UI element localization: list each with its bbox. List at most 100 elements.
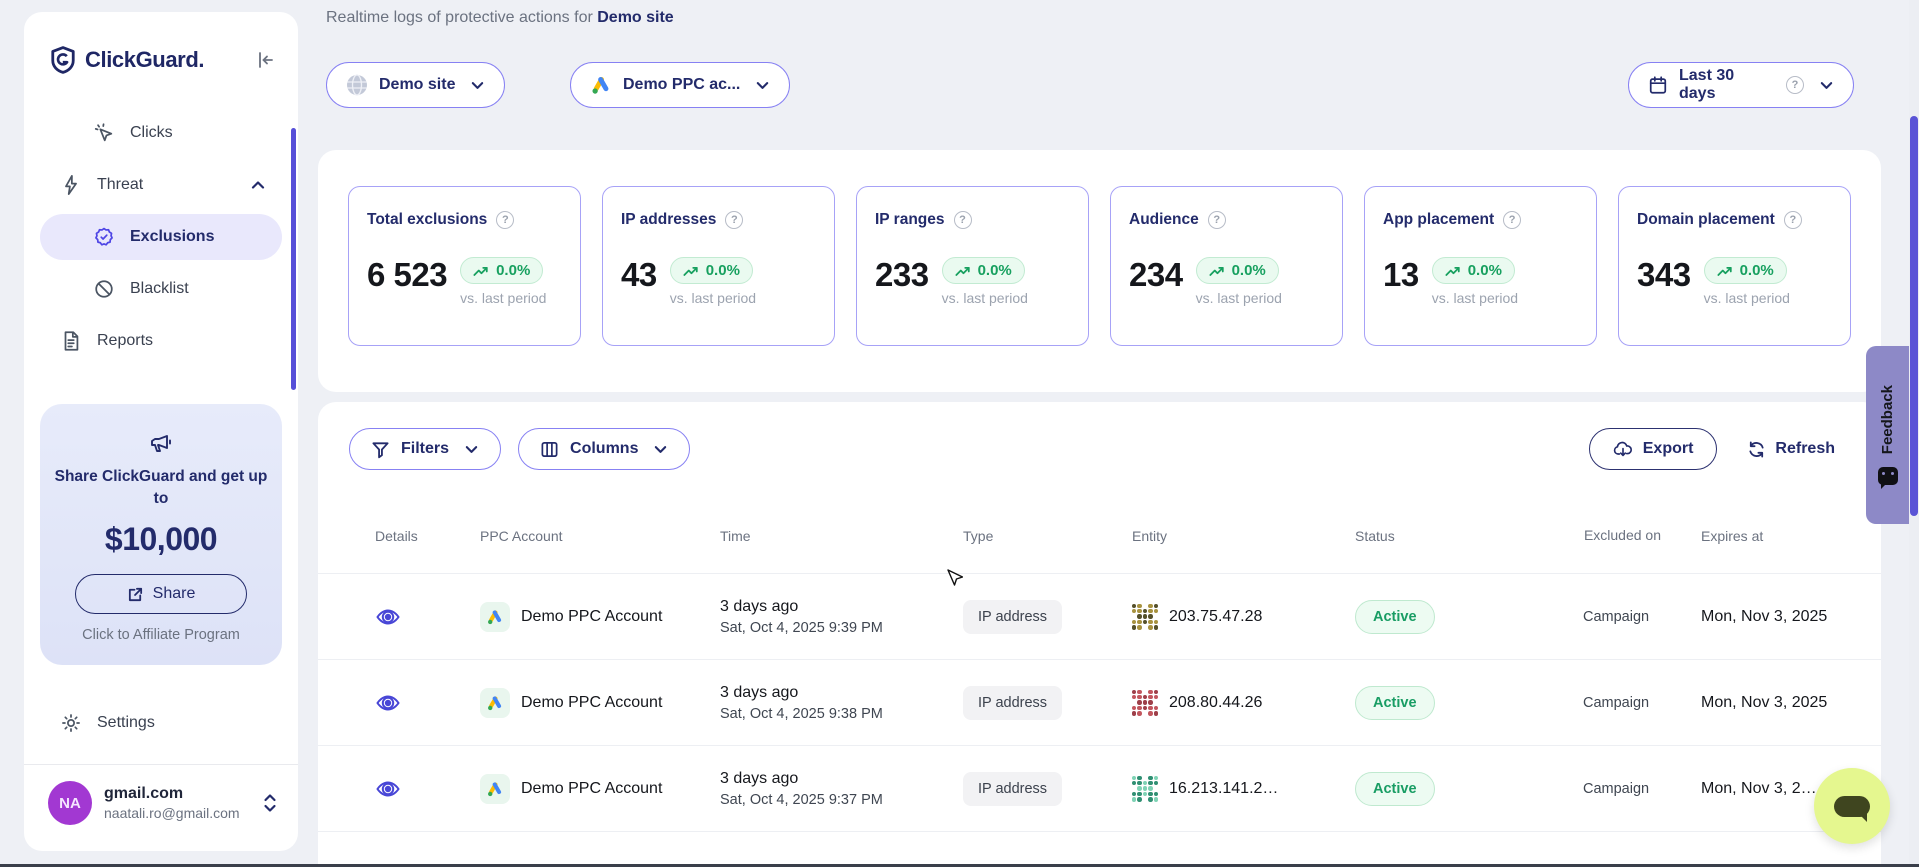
- ppc-account-cell: Demo PPC Account: [480, 774, 720, 804]
- page-scrollbar-thumb[interactable]: [1910, 116, 1918, 516]
- chevron-down-icon: [653, 442, 668, 457]
- status-cell: Active: [1355, 600, 1583, 634]
- sidebar-item-exclusions[interactable]: Exclusions: [40, 214, 282, 260]
- brand-name: ClickGuard.: [85, 47, 204, 73]
- site-selector[interactable]: Demo site: [326, 62, 505, 108]
- details-eye-icon[interactable]: [375, 690, 401, 716]
- filters-button[interactable]: Filters: [349, 428, 501, 470]
- megaphone-icon: [148, 430, 174, 456]
- trend-badge: 0.0%: [1432, 257, 1515, 284]
- stat-value: 13: [1383, 257, 1419, 293]
- trend-badge: 0.0%: [942, 257, 1025, 284]
- sidebar-scrollbar-thumb[interactable]: [291, 128, 296, 390]
- sidebar-item-settings[interactable]: Settings: [40, 700, 282, 746]
- google-ads-icon: [480, 774, 510, 804]
- export-button[interactable]: Export: [1589, 428, 1718, 470]
- page-scrollbar-track[interactable]: [1909, 0, 1919, 867]
- avatar: NA: [48, 781, 92, 825]
- ppc-account-cell: Demo PPC Account: [480, 688, 720, 718]
- help-icon[interactable]: ?: [496, 211, 514, 229]
- sidebar-item-label: Clicks: [130, 124, 173, 142]
- type-cell: IP address: [963, 600, 1132, 634]
- table-row[interactable]: Demo PPC Account 3 days ago Sat, Oct 4, …: [318, 660, 1881, 746]
- date-range-selector[interactable]: Last 30 days ?: [1628, 62, 1854, 108]
- column-header-excluded-on: Excluded on: [1583, 525, 1701, 545]
- site-selector-value: Demo site: [379, 76, 455, 94]
- excluded-on-cell: Campaign: [1583, 609, 1701, 625]
- feedback-chat-icon: [1878, 467, 1898, 485]
- expires-at-cell: Mon, Nov 3, 2025: [1701, 694, 1841, 712]
- sidebar-item-label: Exclusions: [130, 228, 214, 246]
- lightning-icon: [60, 174, 82, 196]
- help-icon[interactable]: ?: [1784, 211, 1802, 229]
- trend-badge: 0.0%: [460, 257, 543, 284]
- google-ads-icon: [480, 602, 510, 632]
- stat-value: 6 523: [367, 257, 447, 293]
- stat-card: Total exclusions ? 6 523 0.0% vs. last p…: [348, 186, 581, 346]
- share-button[interactable]: Share: [75, 574, 247, 614]
- ban-icon: [93, 278, 115, 300]
- time-cell: 3 days ago Sat, Oct 4, 2025 9:39 PM: [720, 598, 963, 636]
- details-eye-icon[interactable]: [375, 604, 401, 630]
- column-header-time: Time: [720, 528, 963, 544]
- column-header-entity: Entity: [1132, 528, 1355, 544]
- document-icon: [60, 330, 82, 352]
- status-cell: Active: [1355, 772, 1583, 806]
- ppc-account-selector[interactable]: Demo PPC ac...: [570, 62, 790, 108]
- columns-button[interactable]: Columns: [518, 428, 690, 470]
- sidebar-item-clicks[interactable]: Clicks: [40, 110, 282, 156]
- chevron-down-icon: [1819, 78, 1834, 93]
- chevron-down-icon: [470, 78, 485, 93]
- google-ads-icon: [480, 688, 510, 718]
- funnel-icon: [371, 440, 390, 459]
- stat-compare-label: vs. last period: [1704, 290, 1790, 306]
- refresh-button[interactable]: Refresh: [1747, 440, 1835, 459]
- stat-card: Audience ? 234 0.0% vs. last period: [1110, 186, 1343, 346]
- table-row[interactable]: 3 days ago: [318, 832, 1881, 867]
- trending-up-icon: [955, 264, 971, 278]
- stat-label: Domain placement: [1637, 211, 1775, 229]
- sidebar-item-threat[interactable]: Threat: [40, 162, 282, 208]
- entity-cell: 16.213.141.2…: [1132, 776, 1355, 802]
- time-cell: 3 days ago Sat, Oct 4, 2025 9:37 PM: [720, 770, 963, 808]
- table-header-row: DetailsPPC AccountTimeTypeEntityStatusEx…: [318, 498, 1881, 574]
- trending-up-icon: [1209, 264, 1225, 278]
- sidebar-item-reports[interactable]: Reports: [40, 318, 282, 364]
- feedback-tab[interactable]: Feedback: [1866, 346, 1909, 524]
- help-icon[interactable]: ?: [954, 211, 972, 229]
- account-switcher[interactable]: NA gmail.com naatali.ro@gmail.com: [24, 765, 298, 851]
- feedback-label: Feedback: [1879, 385, 1896, 454]
- clickguard-logo-icon: [50, 46, 76, 74]
- cursor-click-icon: [93, 122, 115, 144]
- sidebar-nav: Clicks Threat Exclusions: [24, 110, 298, 364]
- details-eye-icon[interactable]: [375, 776, 401, 802]
- table-row[interactable]: Demo PPC Account 3 days ago Sat, Oct 4, …: [318, 574, 1881, 660]
- chat-widget-button[interactable]: [1814, 768, 1890, 844]
- trending-up-icon: [1717, 264, 1733, 278]
- table-row[interactable]: Demo PPC Account 3 days ago Sat, Oct 4, …: [318, 746, 1881, 832]
- column-header-status: Status: [1355, 528, 1583, 544]
- refresh-icon: [1747, 440, 1766, 459]
- excluded-on-cell: Campaign: [1583, 695, 1701, 711]
- sidebar-collapse-icon[interactable]: [256, 50, 276, 70]
- affiliate-link[interactable]: Click to Affiliate Program: [54, 627, 268, 643]
- type-badge: IP address: [963, 772, 1062, 806]
- help-icon[interactable]: ?: [1503, 211, 1521, 229]
- help-icon[interactable]: ?: [1786, 76, 1804, 94]
- column-header-expires-at: Expires at: [1701, 528, 1841, 544]
- excluded-on-cell: Campaign: [1583, 781, 1701, 797]
- status-badge: Active: [1355, 772, 1435, 806]
- column-header-ppc-account: PPC Account: [480, 528, 720, 544]
- globe-icon: [346, 74, 368, 96]
- sidebar-item-blacklist[interactable]: Blacklist: [40, 266, 282, 312]
- chevron-down-icon: [755, 78, 770, 93]
- external-link-icon: [127, 586, 144, 603]
- stat-value: 233: [875, 257, 929, 293]
- columns-icon: [540, 440, 559, 459]
- chevron-down-icon: [464, 442, 479, 457]
- help-icon[interactable]: ?: [725, 211, 743, 229]
- stat-compare-label: vs. last period: [670, 290, 756, 306]
- stat-compare-label: vs. last period: [942, 290, 1028, 306]
- stat-card: IP ranges ? 233 0.0% vs. last period: [856, 186, 1089, 346]
- help-icon[interactable]: ?: [1208, 211, 1226, 229]
